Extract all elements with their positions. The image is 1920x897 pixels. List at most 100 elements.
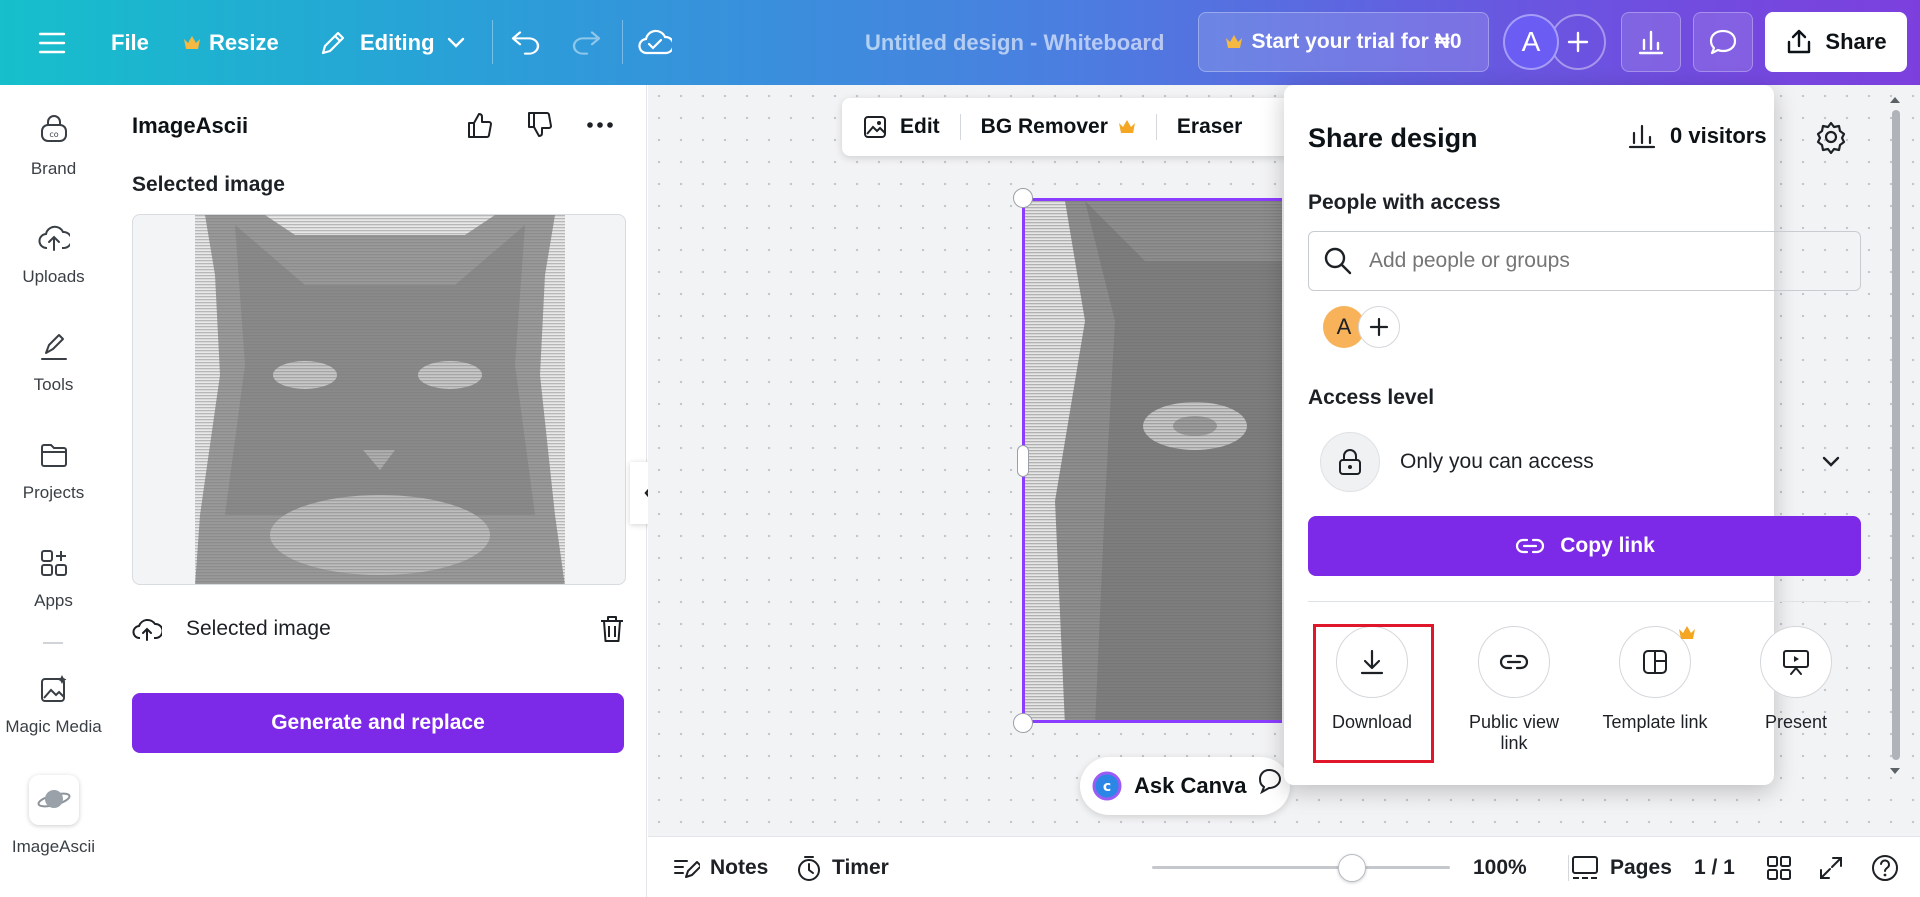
generate-and-replace-button[interactable]: Generate and replace <box>132 693 624 753</box>
pages-icon <box>1572 855 1598 879</box>
zoom-level[interactable]: 100% <box>1473 837 1527 897</box>
canva-ai-icon: c <box>1092 771 1122 801</box>
ascii-cat-image <box>195 215 565 584</box>
scroll-down-button[interactable] <box>1888 766 1902 776</box>
help-button[interactable] <box>1870 837 1900 897</box>
resize-handle-top-left[interactable] <box>1013 188 1033 208</box>
resize-handle-bottom-left[interactable] <box>1013 713 1033 733</box>
scroll-up-icon <box>1890 97 1900 103</box>
nav-item-tools[interactable]: Tools <box>0 331 107 395</box>
tools-icon <box>40 334 67 360</box>
insights-button[interactable] <box>1621 12 1681 72</box>
visitors-button[interactable]: 0 visitors <box>1628 123 1767 149</box>
add-comment-icon[interactable] <box>1255 767 1283 795</box>
bg-remover-label: BG Remover <box>980 115 1108 138</box>
file-menu[interactable]: File <box>111 0 149 85</box>
left-navigation: co Brand Uploads Tools Projects Apps Mag… <box>0 85 107 897</box>
nav-item-imageascii[interactable]: ImageAscii <box>0 775 107 857</box>
bottom-divider <box>1568 855 1569 881</box>
document-title[interactable]: Untitled design - Whiteboard <box>865 0 1164 85</box>
magic-media-icon <box>40 675 66 702</box>
editing-mode-button[interactable]: Editing <box>318 0 465 85</box>
visitors-label: 0 visitors <box>1670 123 1767 148</box>
zoom-slider-track[interactable] <box>1152 866 1450 869</box>
public-view-link-label: Public view link <box>1468 712 1560 753</box>
bar-chart-icon <box>1628 124 1656 149</box>
more-options-button[interactable] <box>582 107 618 143</box>
resize-button[interactable]: Resize <box>183 0 279 85</box>
eraser-button[interactable]: Eraser <box>1157 98 1262 156</box>
imageascii-panel: ImageAscii Selected image Selected image… <box>107 85 647 897</box>
nav-item-apps[interactable]: Apps <box>0 547 107 611</box>
crown-icon <box>1226 35 1243 48</box>
bg-remover-button[interactable]: BG Remover <box>961 98 1156 156</box>
canvas-quick-actions <box>1255 767 1283 795</box>
timer-button[interactable]: Timer <box>796 837 889 897</box>
canvas-selected-image[interactable] <box>1022 198 1282 723</box>
selected-image-heading: Selected image <box>132 173 285 196</box>
fullscreen-button[interactable] <box>1818 837 1844 897</box>
copy-link-button[interactable]: Copy link <box>1308 516 1861 576</box>
notes-icon <box>674 859 700 878</box>
nav-item-brand[interactable]: co Brand <box>0 115 107 179</box>
add-collaborator-button[interactable] <box>1358 306 1400 348</box>
pages-label: Pages <box>1610 855 1672 879</box>
top-bar: File Resize Editing Untitled design - Wh… <box>0 0 1920 85</box>
plus-icon <box>1369 317 1389 337</box>
crown-icon <box>1679 626 1695 639</box>
selected-image-row: Selected image <box>132 607 626 651</box>
present-circle <box>1760 626 1832 698</box>
edit-image-button[interactable]: Edit <box>842 98 960 156</box>
help-icon <box>1872 854 1898 881</box>
trash-icon[interactable] <box>598 614 626 644</box>
hamburger-icon <box>38 32 66 53</box>
add-people-field[interactable] <box>1308 231 1861 291</box>
share-option-public-view-link[interactable]: Public view link <box>1444 626 1584 753</box>
undo-button[interactable] <box>510 0 542 85</box>
selected-image-preview <box>132 214 626 585</box>
add-people-input[interactable] <box>1369 249 1849 273</box>
lock-icon <box>1339 449 1361 475</box>
access-level-dropdown[interactable]: Only you can access <box>1308 431 1861 493</box>
brand-icon: co <box>40 115 67 142</box>
share-label: Share <box>1825 29 1887 54</box>
thumbs-down-button[interactable] <box>522 107 558 143</box>
comment-icon <box>1709 29 1737 55</box>
scrollbar-thumb[interactable] <box>1892 110 1900 760</box>
present-icon <box>1783 650 1809 675</box>
notes-button[interactable]: Notes <box>672 837 768 897</box>
share-button[interactable]: Share <box>1765 12 1907 72</box>
nav-item-magic-media[interactable]: Magic Media <box>0 673 107 737</box>
trial-label: Start your trial for ₦0 <box>1251 30 1462 53</box>
grid-view-button[interactable] <box>1766 837 1792 897</box>
upload-cloud-icon[interactable] <box>132 615 162 643</box>
search-icon <box>1324 247 1352 275</box>
editing-label: Editing <box>360 29 435 55</box>
start-trial-button[interactable]: Start your trial for ₦0 <box>1198 12 1489 72</box>
share-divider <box>1308 601 1861 602</box>
save-status-button[interactable] <box>638 0 672 85</box>
share-settings-button[interactable] <box>1814 120 1848 154</box>
zoom-slider-handle[interactable] <box>1337 854 1366 882</box>
user-avatar[interactable]: A <box>1503 14 1559 70</box>
redo-button[interactable] <box>570 0 602 85</box>
bar-chart-icon <box>1638 30 1664 55</box>
image-edit-icon <box>864 116 886 138</box>
thumbs-up-button[interactable] <box>462 107 498 143</box>
public-link-circle <box>1478 626 1550 698</box>
nav-item-projects[interactable]: Projects <box>0 439 107 503</box>
nav-divider <box>43 642 63 644</box>
ask-canva-label: Ask Canva <box>1134 773 1247 798</box>
menu-button[interactable] <box>38 0 66 85</box>
nav-item-uploads[interactable]: Uploads <box>0 223 107 287</box>
link-icon <box>1516 538 1545 554</box>
resize-handle-left[interactable] <box>1017 445 1029 477</box>
pages-button[interactable]: Pages <box>1570 837 1672 897</box>
panel-actions <box>462 107 618 143</box>
share-option-present[interactable]: Present <box>1726 626 1866 733</box>
share-option-template-link[interactable]: Template link <box>1585 626 1725 733</box>
notes-label: Notes <box>710 855 769 879</box>
svg-text:c: c <box>1103 779 1111 795</box>
apps-icon <box>40 550 67 576</box>
comments-button[interactable] <box>1693 12 1753 72</box>
